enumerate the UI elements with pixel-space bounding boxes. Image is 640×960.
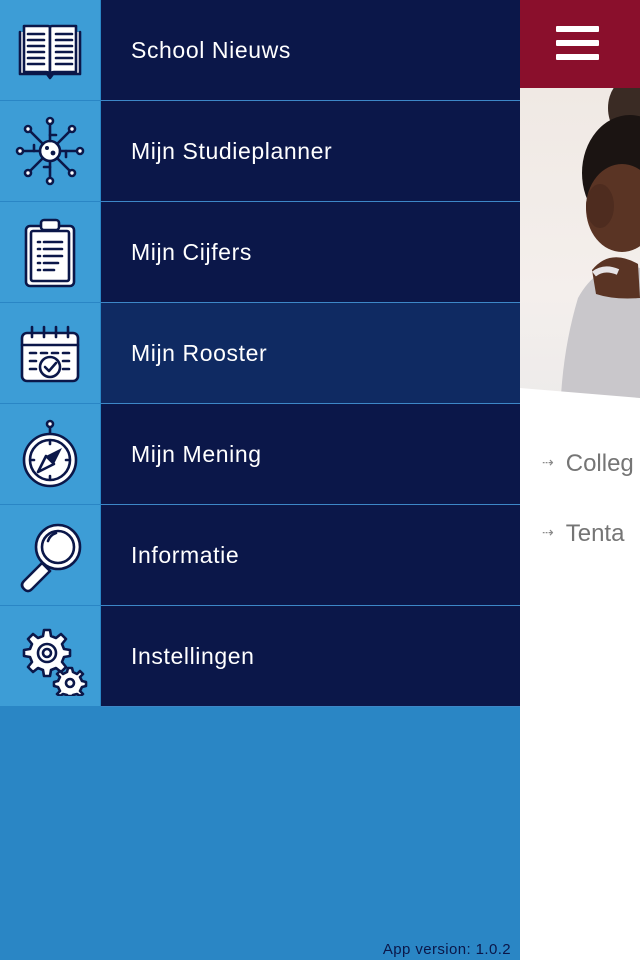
gears-icon — [22, 628, 88, 696]
menu-item-label: Informatie — [131, 542, 240, 568]
network-icon — [15, 116, 85, 186]
menu-item-label: Mijn Mening — [131, 441, 262, 467]
menu-icon-cell — [0, 101, 100, 202]
menu-icon-cell — [0, 606, 100, 707]
menu-item-label: Instellingen — [131, 643, 255, 669]
menu-icon-cell — [0, 505, 100, 606]
menu-icon-cell — [0, 303, 100, 404]
menu-item-informatie[interactable]: Informatie — [0, 505, 520, 606]
calendar-check-icon — [20, 325, 80, 383]
menu-item-mijn-studieplanner[interactable]: Mijn Studieplanner — [0, 101, 520, 202]
menu-icon-cell — [0, 0, 100, 101]
menu-item-school-nieuws[interactable]: School Nieuws — [0, 0, 520, 101]
side-menu: School Nieuws Mijn Studieplanner Mijn Ci… — [0, 0, 520, 960]
menu-icon-cell — [0, 404, 100, 505]
magnifier-icon — [20, 523, 82, 593]
open-book-icon — [18, 24, 82, 80]
app-version: App version: 1.0.2 — [382, 941, 511, 958]
top-bar — [520, 0, 640, 88]
menu-item-instellingen[interactable]: Instellingen — [0, 606, 520, 707]
menu-item-label: Mijn Studieplanner — [131, 138, 333, 164]
clipboard-icon — [24, 218, 76, 288]
menu-item-label: Mijn Rooster — [131, 340, 268, 366]
link-item[interactable]: ⇢ Colleg — [542, 450, 634, 478]
menu-item-mijn-rooster[interactable]: Mijn Rooster — [0, 303, 520, 404]
hamburger-menu-icon[interactable] — [556, 26, 600, 60]
menu-item-mijn-cijfers[interactable]: Mijn Cijfers — [0, 202, 520, 303]
menu-item-mijn-mening[interactable]: Mijn Mening — [0, 404, 520, 505]
main-content: ⇢ Colleg ⇢ Tenta — [520, 0, 640, 960]
menu-item-label: School Nieuws — [131, 37, 291, 63]
menu-icon-cell — [0, 202, 100, 303]
header-photo — [520, 88, 640, 428]
dashed-arrow-icon: ⇢ — [542, 524, 554, 540]
link-item[interactable]: ⇢ Tenta — [542, 520, 624, 548]
menu-item-label: Mijn Cijfers — [131, 239, 252, 265]
dashed-arrow-icon: ⇢ — [542, 454, 554, 470]
compass-icon — [22, 419, 78, 488]
